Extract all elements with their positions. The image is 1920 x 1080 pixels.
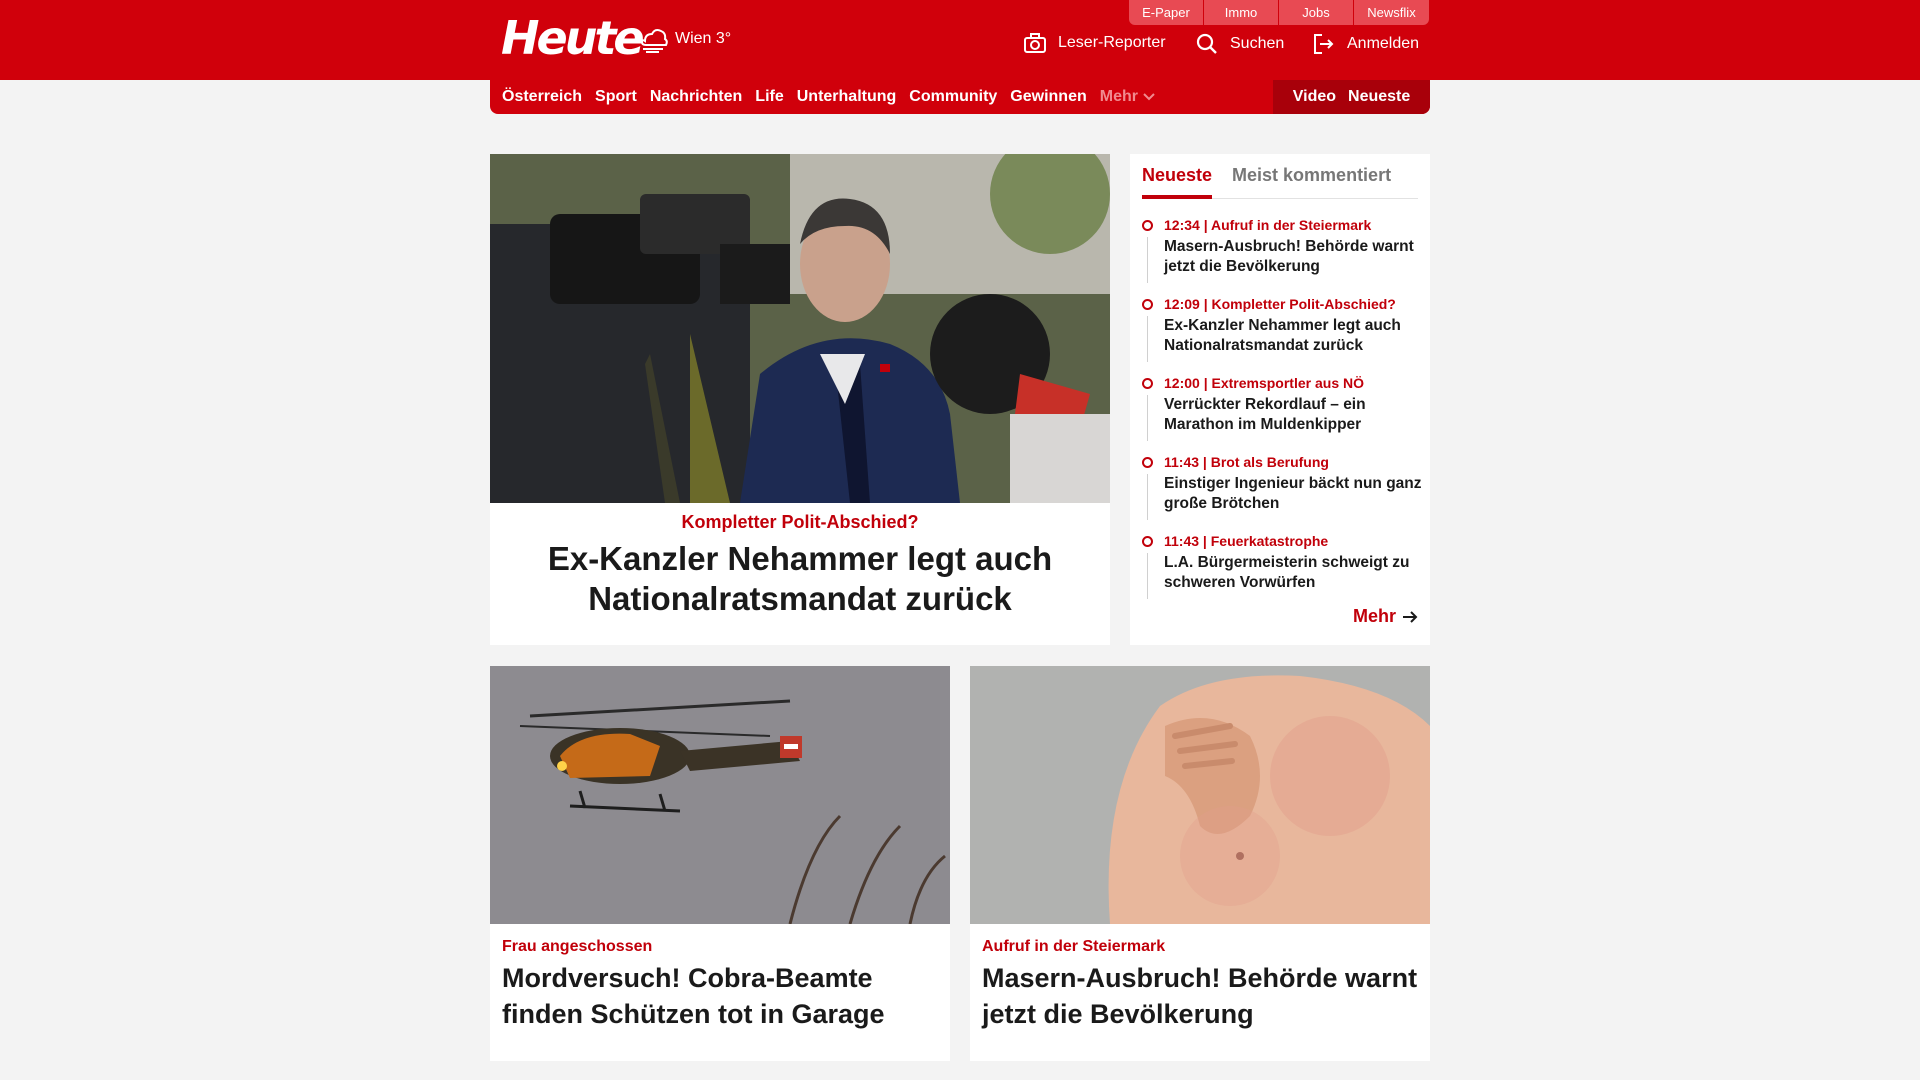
story-card-kicker: Frau angeschossen — [502, 938, 653, 955]
story-card-title[interactable]: Mordversuch! Cobra-Beamte finden Schütze… — [502, 960, 942, 1032]
timeline-headline[interactable]: L.A. Bürgermeisterin schweigt zu schwere… — [1164, 553, 1422, 593]
timeline-item[interactable]: 11:43 | Brot als Berufung Einstiger Inge… — [1142, 453, 1422, 532]
camera-icon — [1024, 33, 1046, 53]
timeline-meta: 11:43 | Brot als Berufung — [1164, 454, 1329, 470]
timeline-meta: 12:00 | Extremsportler aus NÖ — [1164, 375, 1364, 391]
nav-item-nachrichten[interactable]: Nachrichten — [650, 88, 742, 106]
story-card-image[interactable] — [970, 666, 1430, 924]
nav-more-label: Mehr — [1099, 88, 1138, 105]
search-label: Suchen — [1230, 35, 1285, 52]
main-navigation: Österreich Sport Nachrichten Life Unterh… — [490, 80, 1430, 114]
arrow-right-icon — [1403, 610, 1418, 623]
story-card[interactable]: Frau angeschossen Mordversuch! Cobra-Bea… — [490, 666, 950, 1061]
nav-item-oesterreich[interactable]: Österreich — [502, 88, 582, 106]
more-news-link[interactable]: Mehr — [1353, 606, 1418, 627]
login-button[interactable]: Anmelden — [1313, 33, 1419, 55]
login-label: Anmelden — [1347, 35, 1420, 52]
nav-item-unterhaltung[interactable]: Unterhaltung — [797, 88, 897, 106]
top-link-jobs[interactable]: Jobs — [1279, 0, 1354, 25]
timeline-item[interactable]: 12:34 | Aufruf in der Steiermark Masern-… — [1142, 216, 1422, 295]
latest-news-panel: Neueste Meist kommentiert 12:34 | Aufruf… — [1130, 154, 1430, 645]
nav-item-neueste[interactable]: Neueste — [1348, 88, 1410, 106]
top-link-immo[interactable]: Immo — [1204, 0, 1279, 25]
search-icon — [1196, 33, 1217, 54]
timeline-dot-icon — [1142, 220, 1153, 231]
lead-story-kicker: Kompletter Polit-Abschied? — [681, 512, 919, 532]
nav-item-community[interactable]: Community — [909, 88, 997, 106]
timeline-headline[interactable]: Einstiger Ingenieur bäckt nun ganz große… — [1164, 474, 1422, 514]
lead-photo-illustration — [490, 154, 1110, 503]
nav-item-sport[interactable]: Sport — [595, 88, 637, 106]
lead-story-image[interactable] — [490, 154, 1110, 503]
nav-items: Österreich Sport Nachrichten Life Unterh… — [502, 80, 1156, 114]
nav-item-video[interactable]: Video — [1293, 88, 1336, 106]
lead-story-title[interactable]: Ex-Kanzler Nehammer legt auch Nationalra… — [520, 539, 1080, 619]
timeline-headline[interactable]: Verrückter Rekordlauf – ein Marathon im … — [1164, 395, 1422, 435]
story-card[interactable]: Aufruf in der Steiermark Masern-Ausbruch… — [970, 666, 1430, 1061]
timeline-line — [1147, 553, 1148, 599]
top-links: E-Paper Immo Jobs Newsflix — [1129, 0, 1429, 25]
nav-item-gewinnen[interactable]: Gewinnen — [1010, 88, 1086, 106]
site-header: Heute Wien 3° E-Paper Immo Jobs Newsflix… — [0, 0, 1920, 80]
rash-photo-illustration — [970, 666, 1430, 924]
story-card-title[interactable]: Masern-Ausbruch! Behörde warnt jetzt die… — [982, 960, 1422, 1032]
timeline-line — [1147, 316, 1148, 362]
timeline-dot-icon — [1142, 378, 1153, 389]
tab-neueste[interactable]: Neueste — [1142, 162, 1213, 199]
timeline-dot-icon — [1142, 457, 1153, 468]
timeline-headline[interactable]: Masern-Ausbruch! Behörde warnt jetzt die… — [1164, 237, 1422, 277]
top-link-epaper[interactable]: E-Paper — [1129, 0, 1204, 25]
timeline-dot-icon — [1142, 299, 1153, 310]
news-timeline: 12:34 | Aufruf in der Steiermark Masern-… — [1142, 216, 1422, 611]
nav-right-group: Video Neueste — [1273, 80, 1430, 114]
timeline-dot-icon — [1142, 536, 1153, 547]
timeline-line — [1147, 237, 1148, 283]
weather-widget[interactable]: Wien 3° — [637, 24, 731, 54]
search-button[interactable]: Suchen — [1196, 33, 1284, 55]
timeline-line — [1147, 395, 1148, 441]
leser-reporter-label: Leser-Reporter — [1058, 34, 1166, 51]
nav-more-dropdown[interactable]: Mehr — [1100, 88, 1156, 106]
helicopter-photo-illustration — [490, 666, 950, 924]
lead-story[interactable]: Kompletter Polit-Abschied? Ex-Kanzler Ne… — [490, 154, 1110, 645]
timeline-meta: 11:43 | Feuerkatastrophe — [1164, 533, 1329, 549]
story-card-kicker: Aufruf in der Steiermark — [982, 938, 1166, 955]
timeline-item[interactable]: 12:09 | Kompletter Polit-Abschied? Ex-Ka… — [1142, 295, 1422, 374]
timeline-headline[interactable]: Ex-Kanzler Nehammer legt auch Nationalra… — [1164, 316, 1422, 356]
story-card-image[interactable] — [490, 666, 950, 924]
timeline-meta: 12:34 | Aufruf in der Steiermark — [1164, 217, 1372, 233]
timeline-item[interactable]: 12:00 | Extremsportler aus NÖ Verrückter… — [1142, 374, 1422, 453]
leser-reporter-button[interactable]: Leser-Reporter — [1024, 33, 1166, 53]
timeline-line — [1147, 474, 1148, 520]
login-icon — [1314, 34, 1334, 54]
chevron-down-icon — [1143, 93, 1155, 101]
site-logo[interactable]: Heute — [501, 10, 645, 66]
top-link-newsflix[interactable]: Newsflix — [1354, 0, 1429, 25]
weather-label: Wien 3° — [675, 30, 732, 47]
timeline-meta: 12:09 | Kompletter Polit-Abschied? — [1164, 296, 1396, 312]
latest-news-tabs: Neueste Meist kommentiert — [1142, 162, 1418, 199]
more-news-label: Mehr — [1352, 606, 1396, 626]
timeline-item[interactable]: 11:43 | Feuerkatastrophe L.A. Bürgermeis… — [1142, 532, 1422, 611]
weather-cloud-icon — [640, 29, 668, 53]
tab-meist-kommentiert[interactable]: Meist kommentiert — [1232, 162, 1391, 199]
nav-item-life[interactable]: Life — [755, 88, 783, 106]
